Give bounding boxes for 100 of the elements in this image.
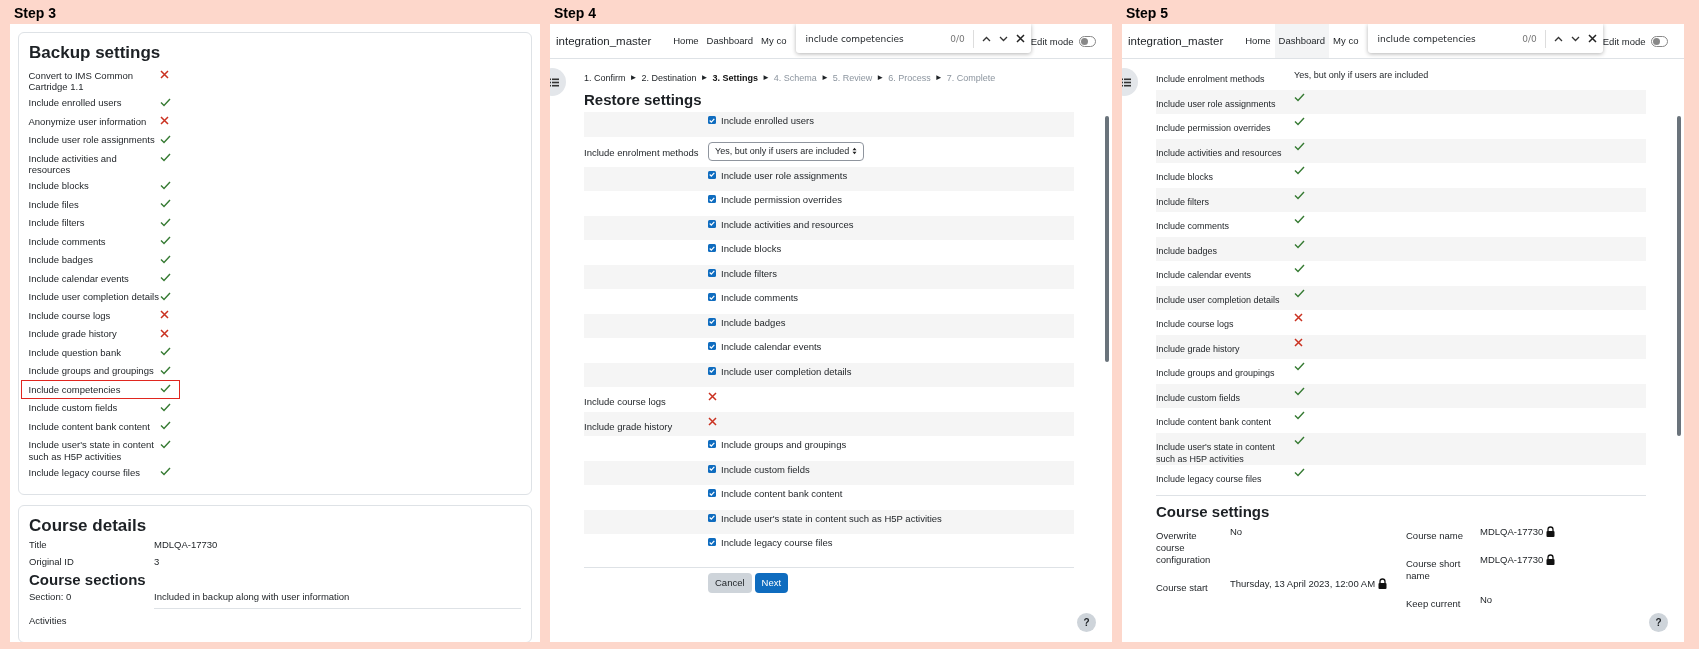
checkbox[interactable] xyxy=(708,170,716,179)
field-label: Course name xyxy=(1406,529,1465,542)
setting-label: Include calendar events xyxy=(28,271,130,284)
site-name[interactable]: integration_master xyxy=(556,35,652,47)
setting-label: Include enrolment methods xyxy=(584,145,700,158)
nav-link[interactable]: Home xyxy=(669,24,703,58)
select-value: Yes, but only if users are included xyxy=(715,145,850,157)
checkbox-option[interactable]: Include calendar events xyxy=(708,338,1074,352)
setting-label: Include user role assignments xyxy=(1156,97,1277,110)
checkbox[interactable] xyxy=(708,219,716,228)
checkmark-icon xyxy=(709,368,715,373)
checkbox-label: Include blocks xyxy=(721,243,782,254)
checkbox-option[interactable]: Include groups and groupings xyxy=(708,436,1074,450)
chevron-down-icon[interactable] xyxy=(998,35,1008,42)
step-separator: ► xyxy=(876,73,885,83)
checkmark-icon xyxy=(709,490,715,496)
chevron-down-icon[interactable] xyxy=(1570,35,1580,42)
list-icon xyxy=(550,77,559,87)
checkbox[interactable] xyxy=(708,195,716,203)
checkbox[interactable] xyxy=(708,268,716,277)
section-heading: Course details xyxy=(29,515,148,536)
checkmark-icon xyxy=(709,172,715,177)
checkbox-option[interactable]: Include permission overrides xyxy=(708,191,1074,205)
checkbox-option[interactable]: Include blocks xyxy=(708,240,1074,254)
chevron-up-icon[interactable] xyxy=(1553,35,1563,42)
setting-label: Anonymize user information xyxy=(28,114,148,127)
setting-label: Include legacy course files xyxy=(1156,472,1263,485)
match-count: 0/0 xyxy=(1522,33,1537,44)
setting-value: Yes, but only if users are included xyxy=(1294,69,1430,81)
chevron-up-icon[interactable] xyxy=(981,35,991,42)
close-icon[interactable] xyxy=(1015,34,1025,43)
section-heading: Backup settings xyxy=(29,43,162,63)
step-separator: ► xyxy=(934,73,943,83)
checkmark-icon xyxy=(709,221,715,226)
checkbox[interactable] xyxy=(708,342,716,350)
match-count: 0/0 xyxy=(950,33,965,44)
nav-link[interactable]: Dashboard xyxy=(1274,24,1330,58)
checkbox-label: Include comments xyxy=(721,292,799,303)
cancel-button[interactable]: Cancel xyxy=(708,572,752,593)
help-button[interactable]: ? xyxy=(1649,613,1668,632)
checkbox[interactable] xyxy=(708,366,716,375)
checkmark-icon xyxy=(709,539,715,545)
checkmark-icon xyxy=(709,441,715,447)
setting-label: Include filters xyxy=(1156,195,1211,208)
step-label: Step 4 xyxy=(553,4,597,23)
progress-step: 7. Complete xyxy=(946,73,996,83)
checkbox[interactable] xyxy=(708,464,716,473)
checkbox-option[interactable]: Include legacy course files xyxy=(708,534,1074,548)
checkbox-label: Include enrolled users xyxy=(721,115,814,126)
nav-link[interactable]: My co xyxy=(1329,24,1363,58)
edit-mode-label: Edit mode xyxy=(1602,35,1646,47)
checkbox-option[interactable]: Include comments xyxy=(708,289,1074,303)
checkbox-label: Include activities and resources xyxy=(721,218,854,230)
setting-label: Include custom fields xyxy=(1156,391,1242,404)
nav-link[interactable]: Home xyxy=(1241,24,1275,58)
close-icon[interactable] xyxy=(1587,34,1597,43)
checkbox[interactable] xyxy=(708,317,716,326)
setting-label: Include user completion details xyxy=(1156,293,1281,306)
detail-value: MDLQA-17730 xyxy=(154,538,219,550)
setting-label: Include legacy course files xyxy=(28,465,141,478)
checkbox[interactable] xyxy=(708,513,716,522)
nav-link[interactable]: Dashboard xyxy=(702,24,758,58)
checkbox[interactable] xyxy=(708,293,716,301)
setting-label: Convert to IMS Common Cartridge 1.1 xyxy=(28,68,135,93)
checkbox[interactable] xyxy=(708,489,716,497)
setting-label: Include competencies xyxy=(28,382,122,395)
setting-label: Include content bank content xyxy=(1156,416,1273,428)
progress-step: 4. Schema xyxy=(773,73,817,83)
section-value: Included in backup along with user information xyxy=(154,590,351,602)
field-value: No xyxy=(1230,526,1243,538)
list-icon xyxy=(1122,77,1131,87)
checkbox[interactable] xyxy=(708,538,716,546)
section-heading: Course settings xyxy=(1156,495,1646,520)
page-heading: Restore settings xyxy=(584,91,703,108)
setting-label: Include custom fields xyxy=(28,401,119,414)
setting-label: Include enrolled users xyxy=(28,96,123,109)
step-separator: ► xyxy=(629,73,638,83)
checkbox[interactable] xyxy=(708,244,716,252)
find-query[interactable]: include competencies xyxy=(805,33,943,44)
field-label: Overwrite course configuration xyxy=(1156,529,1212,566)
help-button[interactable]: ? xyxy=(1077,613,1096,632)
setting-label: Include blocks xyxy=(28,179,90,192)
step-separator: ► xyxy=(761,73,770,83)
setting-label: Include badges xyxy=(1156,244,1219,257)
step-label: Step 5 xyxy=(1125,4,1169,23)
next-button[interactable]: Next xyxy=(754,572,789,593)
checkbox-option[interactable]: Include content bank content xyxy=(708,485,1074,499)
checkbox[interactable] xyxy=(708,440,716,448)
field-value: No xyxy=(1480,594,1493,606)
checkbox[interactable] xyxy=(708,116,716,124)
select-field[interactable]: Yes, but only if users are included xyxy=(708,141,864,161)
setting-label: Include blocks xyxy=(1156,171,1215,183)
checkbox-label: Include legacy course files xyxy=(721,537,833,548)
setting-label: Include grade history xyxy=(28,327,118,340)
checkmark-icon xyxy=(709,245,715,251)
checkmark-icon xyxy=(709,343,715,349)
field-label: Course start xyxy=(1156,581,1209,594)
find-query[interactable]: include competencies xyxy=(1377,33,1515,44)
nav-link[interactable]: My co xyxy=(757,24,791,58)
site-name[interactable]: integration_master xyxy=(1128,35,1224,47)
